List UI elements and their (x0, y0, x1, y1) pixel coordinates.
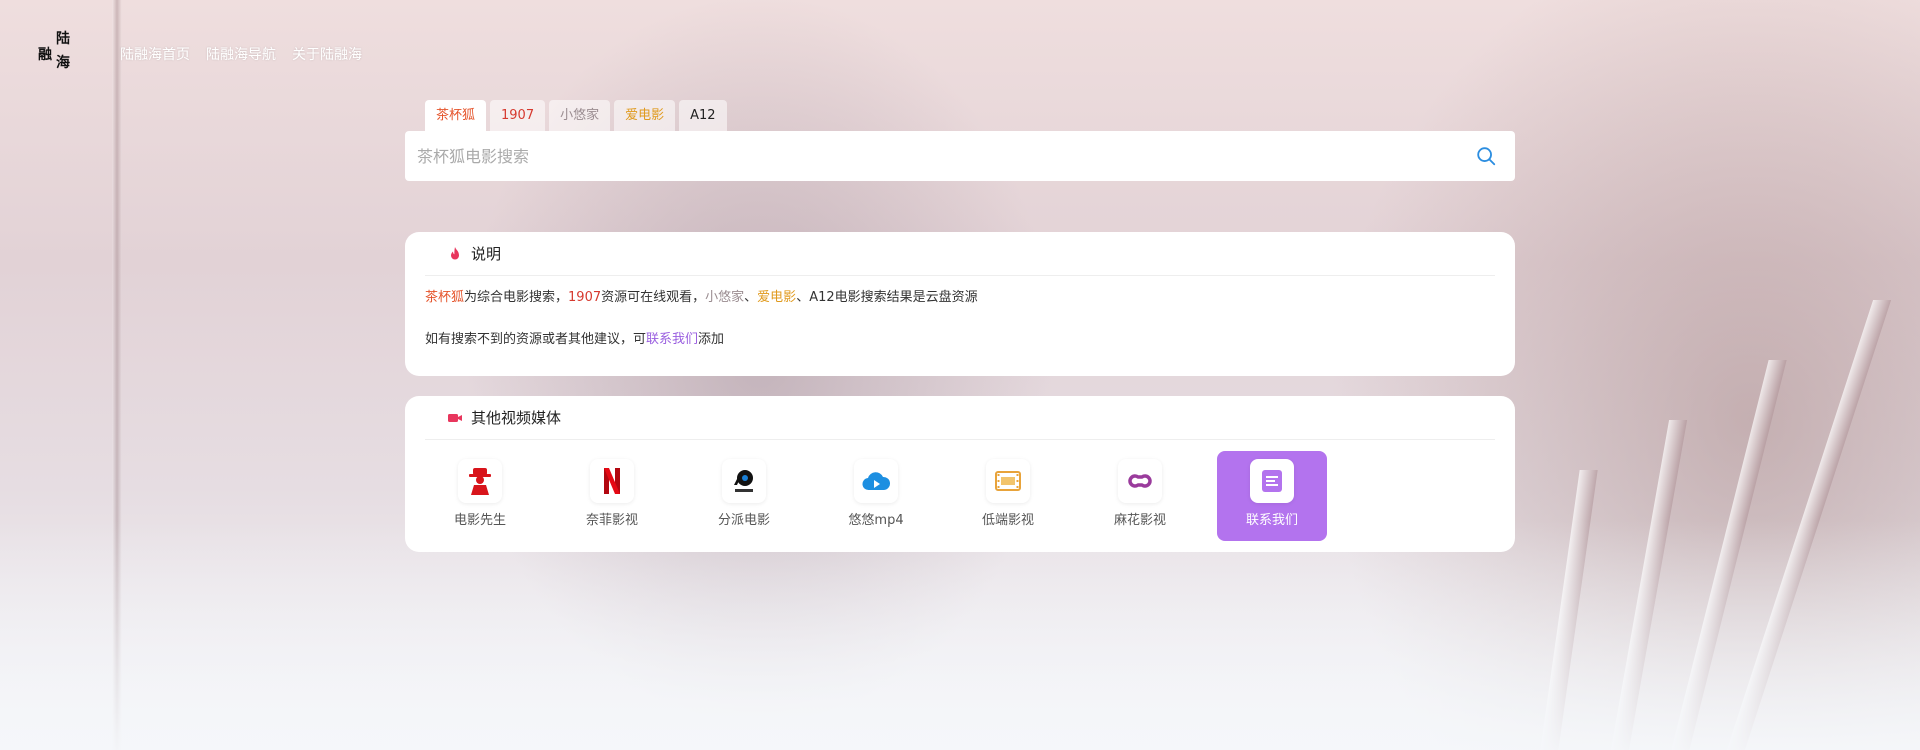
media-item-mr-movie[interactable]: 电影先生 (425, 451, 535, 541)
media-icon-box (986, 459, 1030, 503)
card-header: 说明 (425, 232, 1495, 276)
nav-about[interactable]: 关于陆融海 (292, 44, 362, 64)
media-card: 其他视频媒体 电影先生 奈菲影视 分派电影 悠悠mp4 低端影视 麻花影视 联系… (405, 396, 1515, 552)
cloud-play-icon (862, 472, 891, 491)
background-rail (1610, 420, 1688, 750)
media-label: 电影先生 (453, 513, 506, 528)
logo-char: 融 (38, 47, 52, 63)
notice-text: 资源可在线观看， (601, 290, 706, 305)
card-title: 说明 (471, 245, 502, 263)
media-icon-box (722, 459, 766, 503)
background-rail (1671, 360, 1787, 750)
media-list: 电影先生 奈菲影视 分派电影 悠悠mp4 低端影视 麻花影视 联系我们 (405, 440, 1515, 541)
logo-char: 陆 (56, 31, 70, 47)
card-title: 其他视频媒体 (471, 409, 562, 427)
notice-body: 茶杯狐为综合电影搜索，1907资源可在线观看，小悠家、爱电影、A12电影搜索结果… (405, 276, 1515, 350)
media-item-contact[interactable]: 联系我们 (1217, 451, 1327, 541)
link-icon (1128, 474, 1152, 488)
media-label: 麻花影视 (1113, 513, 1166, 528)
top-nav: 陆融海首页 陆融海导航 关于陆融海 (120, 44, 362, 64)
search-input[interactable] (417, 131, 1417, 181)
site-logo[interactable]: 陆 融 海 (36, 32, 80, 78)
media-label: 联系我们 (1245, 513, 1298, 528)
notice-text: 为综合电影搜索， (464, 290, 569, 305)
media-icon-box (1250, 459, 1294, 503)
term-chabeihu: 茶杯狐 (425, 290, 465, 305)
nav-home[interactable]: 陆融海首页 (120, 44, 190, 64)
mr-movie-icon (469, 468, 491, 495)
media-item-fenpai[interactable]: 分派电影 (689, 451, 799, 541)
nav-directory[interactable]: 陆融海导航 (206, 44, 276, 64)
fire-icon (451, 246, 459, 259)
notice-card: 说明 茶杯狐为综合电影搜索，1907资源可在线观看，小悠家、爱电影、A12电影搜… (405, 232, 1515, 376)
contact-link[interactable]: 联系我们 (646, 332, 698, 347)
notice-text: 添加 (698, 332, 725, 347)
video-camera-icon (448, 413, 462, 422)
media-label: 分派电影 (717, 513, 770, 528)
media-item-youyou[interactable]: 悠悠mp4 (821, 451, 931, 541)
media-icon-box (854, 459, 898, 503)
film-strip-icon (995, 471, 1021, 491)
background-haze (0, 520, 1920, 750)
search-engine-tabs: 茶杯狐 1907 小悠家 爱电影 A12 (425, 100, 727, 131)
media-label: 低端影视 (981, 513, 1034, 528)
notice-line: 如有搜索不到的资源或者其他建议，可联系我们添加 (425, 330, 1495, 350)
logo-char: 海 (56, 55, 70, 71)
tab-xiaoyoujia[interactable]: 小悠家 (549, 100, 611, 131)
card-header: 其他视频媒体 (425, 396, 1495, 440)
notice-text: 、 (744, 290, 758, 305)
tab-1907[interactable]: 1907 (490, 100, 546, 131)
term-1907: 1907 (568, 290, 602, 305)
tab-aidianying[interactable]: 爱电影 (614, 100, 676, 131)
background-pole (112, 0, 122, 750)
background-rail (1540, 470, 1598, 750)
term-xiaoyoujia: 小悠家 (705, 290, 745, 305)
media-label: 奈菲影视 (585, 513, 638, 528)
term-aidianying: 爱电影 (757, 290, 797, 305)
media-item-diduan[interactable]: 低端影视 (953, 451, 1063, 541)
media-icon-box (458, 459, 502, 503)
background-rail (1726, 300, 1892, 750)
media-item-mahua[interactable]: 麻花影视 (1085, 451, 1195, 541)
tab-chabeihu[interactable]: 茶杯狐 (425, 100, 487, 131)
media-icon-box (1118, 459, 1162, 503)
tab-a12[interactable]: A12 (679, 100, 727, 131)
notice-text: 如有搜索不到的资源或者其他建议，可 (425, 332, 647, 347)
note-icon (1262, 470, 1282, 492)
notice-line: 茶杯狐为综合电影搜索，1907资源可在线观看，小悠家、爱电影、A12电影搜索结果… (425, 288, 1495, 308)
top-bar: 陆 融 海 陆融海首页 陆融海导航 关于陆融海 (0, 0, 1920, 100)
search-bar (405, 131, 1515, 181)
clapper-icon (734, 470, 753, 492)
media-label: 悠悠mp4 (848, 513, 904, 528)
notice-text: 、A12电影搜索结果是云盘资源 (796, 290, 978, 305)
media-icon-box (590, 459, 634, 503)
search-icon[interactable] (1475, 145, 1497, 167)
netflix-icon (604, 468, 620, 494)
media-item-naifei[interactable]: 奈菲影视 (557, 451, 667, 541)
